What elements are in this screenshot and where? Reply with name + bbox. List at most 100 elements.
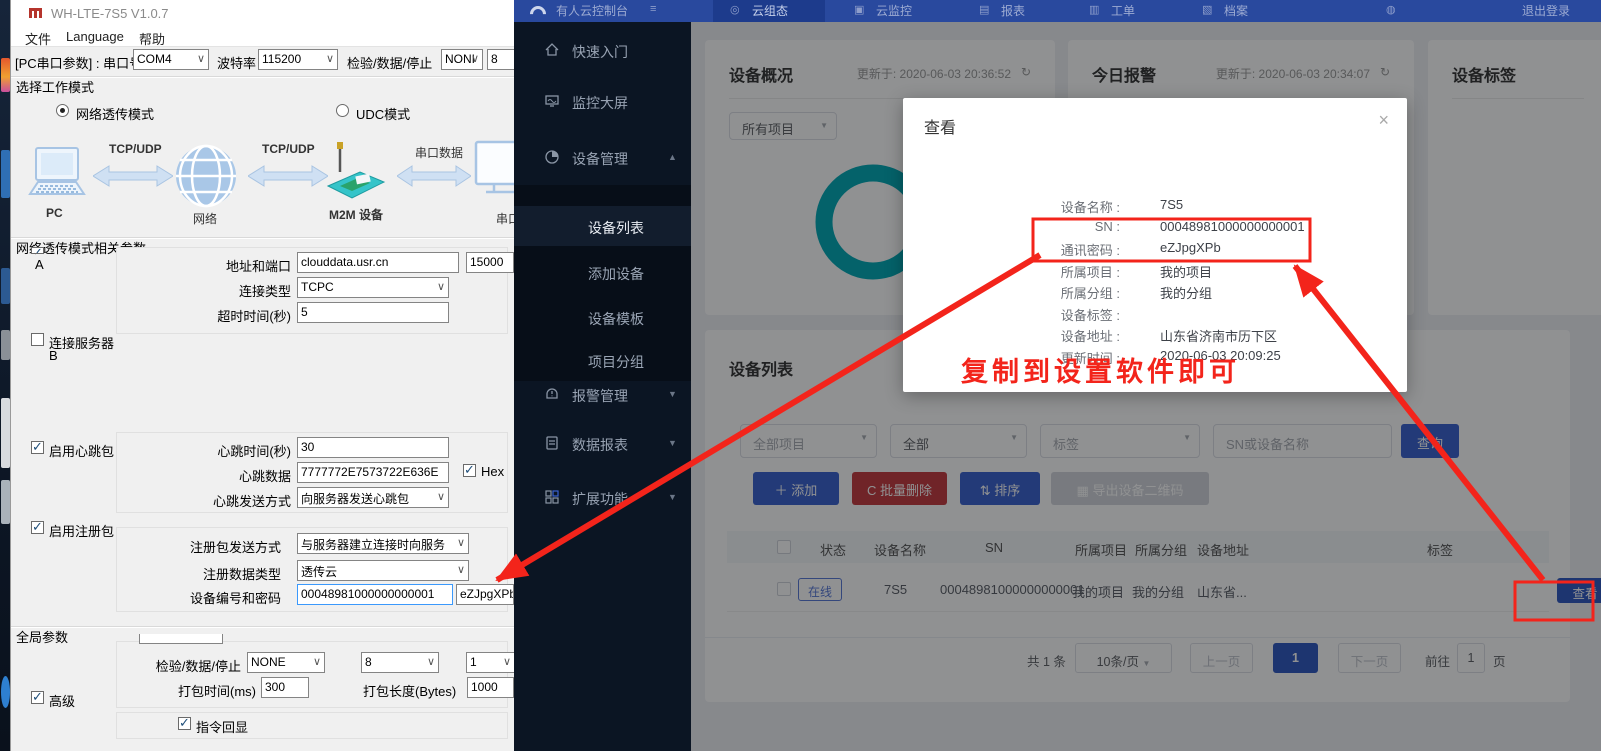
pack-time-input[interactable]: 300 — [261, 677, 309, 698]
modal-value-address: 山东省济南市历下区 — [1160, 329, 1278, 344]
sidebar-subitem-device-list[interactable]: 设备列表 — [514, 206, 691, 246]
modal-value-password: eZJpgXPb — [1160, 240, 1221, 255]
menubar: 文件 Language 帮助 — [11, 26, 514, 47]
diagram-serialdev-label: 串口设 — [496, 212, 514, 226]
echo-label: 指令回显 — [196, 720, 249, 735]
server-a-checkbox[interactable] — [31, 247, 44, 254]
menu-language[interactable]: Language — [66, 29, 124, 44]
network-globe-icon — [176, 144, 236, 208]
modal-label-address: 设备地址 : — [1060, 329, 1120, 344]
m2m-device-icon — [326, 142, 386, 199]
server-addr-input[interactable]: clouddata.usr.cn — [297, 252, 459, 273]
menu-help[interactable]: 帮助 — [139, 29, 165, 48]
nav-tab-scada[interactable]: 云组态 — [752, 2, 788, 19]
global-databits-select[interactable]: 8 — [361, 652, 439, 673]
hex-checkbox[interactable] — [463, 462, 476, 478]
echo-checkbox[interactable] — [178, 715, 191, 731]
sidebar-item-bigscreen[interactable]: 监控大屏 — [514, 81, 691, 121]
hamburger-icon[interactable]: ≡ — [650, 3, 656, 15]
desktop-edge-strip — [0, 0, 10, 751]
sidebar-subitem-device-template[interactable]: 设备模板 — [514, 297, 691, 337]
heartbeat-data-label: 心跳数据 — [238, 469, 291, 484]
home-icon — [545, 43, 559, 56]
heartbeat-enable-label: 启用心跳包 — [49, 444, 115, 459]
global-parity-select[interactable]: NONE — [247, 652, 325, 673]
modal-label-tag: 设备标签 : — [1060, 308, 1120, 323]
advanced-checkbox[interactable] — [31, 689, 44, 705]
diagram-serialdata-label: 串口数据 — [415, 146, 464, 160]
echo-panel — [116, 712, 508, 739]
window-titlebar[interactable]: WH-LTE-7S5 V1.0.7 — [11, 0, 514, 26]
register-mode-select[interactable]: 与服务器建立连接时向服务 — [297, 533, 469, 554]
device-id-input[interactable]: 00048981000000000001 — [297, 584, 453, 605]
device-password-input[interactable]: eZJpgXPb — [456, 584, 514, 605]
bell-icon[interactable]: ◍ — [1386, 3, 1396, 16]
register-type-select[interactable]: 透传云 — [297, 560, 469, 581]
baud-label: 波特率 — [217, 56, 257, 71]
net-mode-radio[interactable] — [56, 104, 69, 117]
heartbeat-data-input[interactable]: 7777772E7573722E636E — [297, 462, 449, 483]
net-mode-label[interactable]: 网络透传模式 — [76, 104, 154, 123]
cloud-brand: 有人云控制台 — [556, 4, 629, 18]
config-tool-window: WH-LTE-7S5 V1.0.7 文件 Language 帮助 [PC串口参数… — [10, 0, 514, 751]
register-mode-label: 注册包发送方式 — [189, 540, 281, 555]
sidebar-item-label: 数据报表 — [572, 437, 628, 453]
diagram-m2m-label: M2M 设备 — [329, 208, 384, 222]
register-enable-checkbox[interactable] — [31, 519, 44, 535]
clipped-input — [139, 634, 223, 644]
databits-select[interactable]: 8 — [487, 49, 514, 70]
baud-select[interactable]: 115200 — [258, 49, 338, 70]
sidebar-subitem-label: 项目分组 — [588, 354, 644, 370]
nav-tab-workorder[interactable]: 工单 — [1111, 2, 1135, 19]
pack-len-input[interactable]: 1000 — [467, 677, 514, 698]
sidebar-item-devices[interactable]: 设备管理 ▲ — [514, 137, 691, 177]
com-port-select[interactable]: COM4 — [133, 49, 209, 70]
nav-logout[interactable]: 退出登录 — [1522, 2, 1570, 19]
sidebar-submenu: 设备列表 添加设备 设备模板 项目分组 — [514, 185, 691, 381]
desktop-icon — [1, 330, 10, 360]
heartbeat-time-label: 心跳时间(秒) — [217, 444, 291, 459]
double-arrow-icon — [93, 165, 173, 187]
chevron-down-icon: ▼ — [668, 438, 677, 448]
desktop-icon — [1, 398, 10, 468]
diagram-pc-label: PC — [46, 206, 63, 220]
close-icon[interactable]: × — [1378, 110, 1389, 131]
register-type-label: 注册数据类型 — [202, 567, 281, 582]
heartbeat-mode-select[interactable]: 向服务器发送心跳包 — [297, 487, 449, 508]
pie-chart-icon — [545, 150, 559, 164]
addr-label: 地址和端口 — [225, 259, 291, 274]
nav-tab-monitor[interactable]: 云监控 — [876, 2, 912, 19]
modal-value-sn: 00048981000000000001 — [1160, 219, 1305, 234]
server-b-label2: B — [49, 348, 58, 363]
sidebar-item-quickstart[interactable]: 快速入门 — [514, 30, 691, 70]
heartbeat-enable-checkbox[interactable] — [31, 439, 44, 455]
conn-type-select[interactable]: TCPC — [297, 277, 449, 298]
server-a-label: A — [35, 257, 44, 272]
timeout-input[interactable]: 5 — [297, 302, 449, 323]
nav-tab-archive[interactable]: 档案 — [1224, 2, 1248, 19]
cloud-sidebar: 快速入门 监控大屏 设备管理 ▲ 设备列表 添加设备 设备模板 项目分组 报警管… — [514, 22, 691, 751]
nav-tab-report[interactable]: 报表 — [1001, 2, 1025, 19]
chevron-up-icon: ▲ — [668, 152, 677, 162]
conn-type-label: 连接类型 — [238, 284, 291, 299]
register-enable-label: 启用注册包 — [49, 524, 115, 539]
sidebar-subitem-label: 设备模板 — [588, 311, 644, 327]
server-port-input[interactable]: 15000 — [466, 252, 514, 273]
modal-label-group: 所属分组 : — [1060, 286, 1120, 301]
heartbeat-time-input[interactable]: 30 — [297, 437, 449, 458]
menu-file[interactable]: 文件 — [25, 29, 51, 48]
global-stopbits-select[interactable]: 1 — [466, 652, 514, 673]
parity-select[interactable]: NONI — [441, 49, 483, 70]
pc-laptop-icon — [28, 147, 86, 195]
sidebar-subitem-add-device[interactable]: 添加设备 — [514, 252, 691, 292]
sidebar-subitem-label: 添加设备 — [588, 266, 644, 282]
diagram-tcp1-label: TCP/UDP — [109, 142, 162, 156]
udc-mode-radio[interactable] — [336, 104, 349, 117]
sidebar-item-label: 报警管理 — [572, 388, 628, 404]
sidebar-item-extensions[interactable]: 扩展功能 ▼ — [514, 477, 691, 517]
sidebar-item-alarms[interactable]: 报警管理 ▼ — [514, 374, 691, 414]
sidebar-item-reports[interactable]: 数据报表 ▼ — [514, 423, 691, 463]
double-arrow-icon — [397, 165, 471, 187]
udc-mode-label[interactable]: UDC模式 — [356, 104, 410, 123]
server-b-checkbox[interactable] — [31, 333, 44, 346]
